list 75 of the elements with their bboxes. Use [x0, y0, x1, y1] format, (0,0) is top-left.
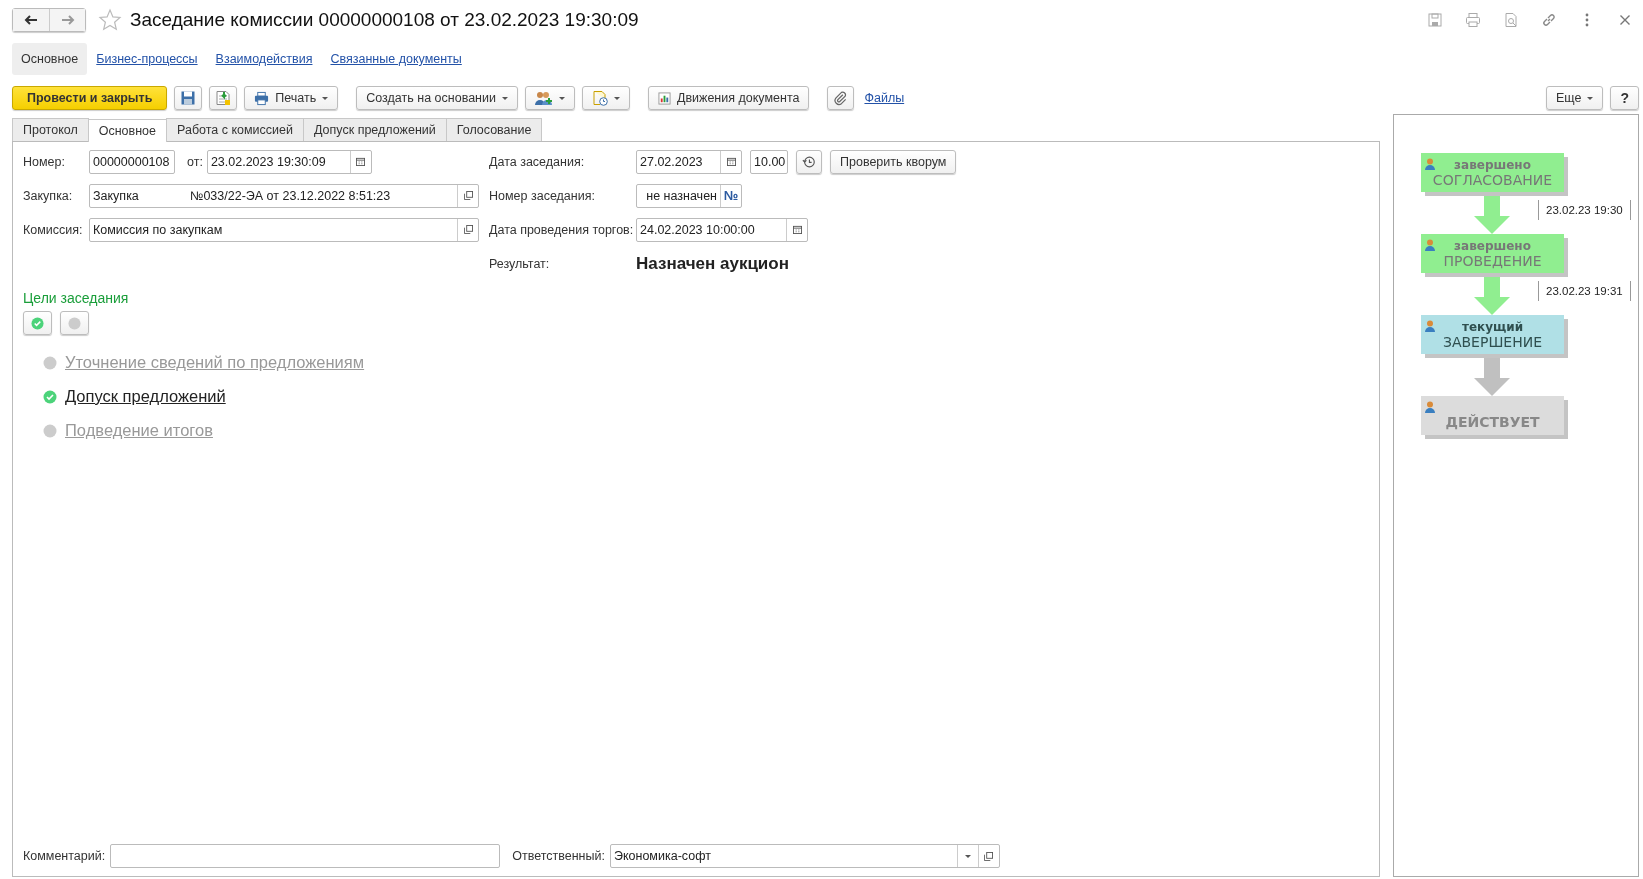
save-icon[interactable] — [1427, 12, 1443, 28]
users-menu-button[interactable] — [524, 86, 575, 110]
arrow-right-icon — [60, 15, 75, 25]
field-label: Комментарий: — [23, 849, 106, 863]
calendar-icon[interactable] — [356, 157, 366, 166]
commission-field[interactable]: Комиссия по закупкам — [89, 217, 479, 242]
save-button[interactable] — [174, 86, 203, 110]
tab[interactable]: Основное — [87, 119, 167, 142]
more-button[interactable]: Еще — [1546, 86, 1604, 110]
tab[interactable]: Голосование — [445, 118, 543, 141]
bar-chart-icon — [657, 91, 671, 105]
user-icon — [1425, 320, 1435, 332]
document-arrow-icon — [215, 90, 232, 106]
check-quorum-button[interactable]: Проверить кворум — [830, 149, 957, 174]
open-window-icon[interactable] — [463, 191, 473, 200]
dot-icon — [68, 316, 81, 330]
meeting-number-field[interactable]: не назначен № — [636, 183, 742, 208]
tab[interactable]: Допуск предложений — [303, 118, 447, 141]
star-icon[interactable] — [98, 8, 122, 32]
printer-icon — [254, 90, 270, 106]
goals-heading: Цели заседания — [23, 290, 130, 306]
field-label: Номер заседания: — [489, 188, 596, 203]
document-clock-icon — [591, 90, 608, 106]
comment-field[interactable] — [110, 844, 501, 868]
section-link[interactable]: Взаимодействия — [206, 43, 322, 75]
calendar-icon[interactable] — [792, 225, 802, 234]
field-label: Дата заседания: — [489, 154, 586, 169]
responsible-field[interactable]: Экономика-софт — [609, 844, 1000, 868]
field-label: от: — [187, 154, 203, 169]
field-label: Номер: — [23, 154, 66, 169]
create-based-on-button[interactable]: Создать на основании — [356, 86, 518, 110]
back-button[interactable] — [13, 9, 49, 31]
meeting-time-field[interactable]: 10.00 — [750, 149, 788, 174]
preview-icon[interactable] — [1503, 12, 1519, 28]
link-icon[interactable] — [1541, 12, 1557, 28]
paperclip-icon — [833, 90, 849, 106]
user-icon — [1425, 401, 1435, 413]
trading-date-field[interactable]: 24.02.2023 10:00:00 — [636, 217, 808, 242]
check-icon — [31, 316, 44, 330]
document-movements-button[interactable]: Движения документа — [647, 86, 810, 110]
tab[interactable]: Протокол — [12, 118, 89, 141]
print-button[interactable]: Печать — [244, 86, 339, 110]
open-window-icon[interactable] — [984, 851, 994, 861]
user-icon — [1425, 239, 1435, 251]
field-label: Закупка: — [23, 188, 74, 203]
goal-link[interactable]: Допуск предложений — [65, 387, 226, 406]
user-icon — [1425, 158, 1435, 170]
document-clock-menu-button[interactable] — [581, 86, 630, 110]
history-button[interactable] — [796, 149, 822, 174]
meeting-date-field[interactable]: 27.02.2023 — [636, 149, 742, 174]
users-add-icon — [534, 90, 553, 106]
result-value: Назначен аукцион — [636, 253, 789, 274]
post-and-close-button[interactable]: Провести и закрыть — [12, 86, 168, 110]
window-title: Заседание комиссии 00000000108 от 23.02.2023 19:30:09 — [130, 9, 639, 31]
arrow-left-icon — [24, 15, 38, 25]
help-button[interactable]: ? — [1610, 86, 1639, 110]
section-link[interactable]: Бизнес-процессы — [87, 43, 207, 75]
tab[interactable]: Работа с комиссией — [166, 118, 304, 141]
open-window-icon[interactable] — [463, 225, 473, 234]
field-label: Ответственный: — [512, 849, 605, 863]
date-field[interactable]: 23.02.2023 19:30:09 — [206, 149, 372, 174]
field-label: Дата проведения торгов: — [489, 222, 635, 237]
files-link[interactable]: Файлы — [864, 91, 905, 105]
purchase-field[interactable]: Закупка №033/22-ЭА от 23.12.2022 8:51:23 — [89, 183, 479, 208]
number-field[interactable]: 00000000108 — [89, 149, 175, 174]
section-link[interactable]: Связанные документы — [321, 43, 471, 75]
section-link[interactable]: Основное — [12, 43, 88, 75]
post-button[interactable] — [209, 86, 238, 110]
attach-button[interactable] — [827, 86, 855, 110]
transition-time: 23.02.23 19:31 — [1538, 281, 1631, 301]
calendar-icon[interactable] — [726, 157, 736, 166]
field-label: Результат: — [489, 256, 551, 271]
transition-time: 23.02.23 19:30 — [1538, 200, 1631, 220]
print-icon[interactable] — [1465, 12, 1481, 28]
field-label: Комиссия: — [23, 222, 84, 237]
